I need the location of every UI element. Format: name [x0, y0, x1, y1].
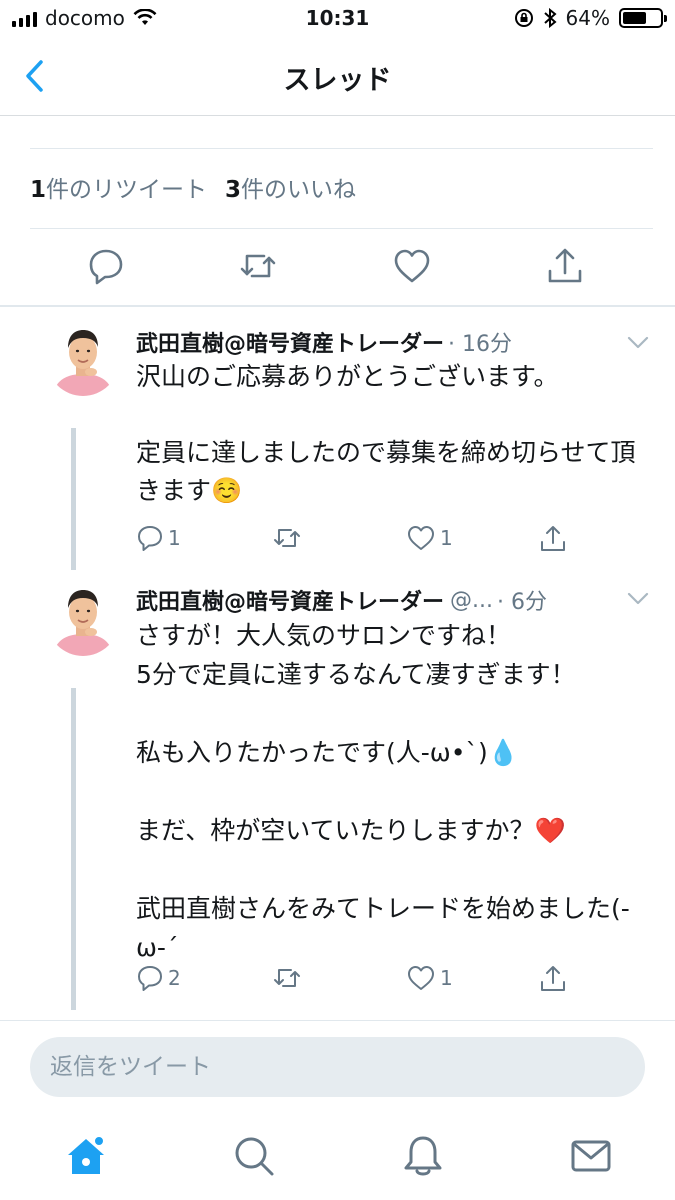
retweet-button[interactable]: [272, 964, 306, 992]
reply-count: 1: [168, 526, 181, 550]
reply-actions: 2 1: [136, 964, 576, 996]
battery-percent: 64%: [565, 6, 610, 30]
share-icon: [541, 526, 565, 551]
reply-count: 2: [168, 966, 181, 990]
messages-icon[interactable]: [569, 1134, 613, 1178]
reply-icon: [138, 526, 162, 551]
thread-line: [71, 688, 76, 1010]
battery-level: [623, 12, 647, 24]
retweets-stat[interactable]: 1件のリツイート: [30, 170, 207, 204]
status-bar: docomo 10:31 64%: [0, 0, 675, 38]
share-icon: [541, 966, 565, 991]
like-button[interactable]: 1: [406, 964, 453, 992]
notifications-icon[interactable]: [401, 1134, 445, 1178]
divider: [30, 228, 653, 229]
divider: [30, 148, 653, 149]
bluetooth-icon: [543, 8, 557, 28]
navigation-bar: スレッド: [0, 38, 675, 116]
section-separator: [0, 305, 675, 307]
page-title: スレッド: [283, 65, 392, 96]
reply-icon[interactable]: [86, 246, 126, 286]
orientation-lock-icon: [514, 9, 533, 27]
search-icon[interactable]: [232, 1134, 276, 1178]
share-button[interactable]: [538, 524, 568, 554]
chevron-down-icon[interactable]: [627, 336, 649, 350]
share-button[interactable]: [538, 964, 568, 994]
like-icon[interactable]: [392, 246, 432, 286]
reply-text: 沢山のご応募ありがとうございます。 定員に達しましたので募集を締め切らせて頂きま…: [136, 362, 636, 505]
likes-stat[interactable]: 3件のいいね: [225, 170, 356, 204]
tweet-stats: 1件のリツイート 3件のいいね: [30, 170, 356, 204]
reply-actions: 1 1: [136, 524, 576, 556]
retweet-icon[interactable]: [238, 246, 278, 286]
reply-header: 武田直樹@暗号資産トレーダー @... · 6分: [136, 584, 547, 616]
retweet-icon: [274, 529, 300, 547]
reply-header: 武田直樹@暗号資産トレーダー · 16分: [136, 326, 512, 358]
avatar[interactable]: [47, 324, 119, 396]
avatar[interactable]: [47, 584, 119, 656]
status-right: 64%: [514, 6, 667, 30]
like-icon: [408, 526, 434, 550]
like-count: 1: [440, 526, 453, 550]
thread-line: [71, 428, 76, 570]
timestamp: · 6分: [497, 590, 547, 615]
reply-button[interactable]: 2: [136, 964, 181, 992]
reply-icon: [138, 966, 162, 991]
reply-text: さすが！大人気のサロンですね！ 5分で定員に達するなんて凄すぎます！ 私も入りた…: [136, 621, 630, 962]
author-handle[interactable]: @...: [450, 588, 493, 613]
battery-icon: [619, 8, 667, 28]
author-name[interactable]: 武田直樹@暗号資産トレーダー: [136, 326, 444, 358]
reply-compose-area: 返信をツイート: [0, 1020, 675, 1120]
like-icon: [408, 966, 434, 990]
tweet-actions: [0, 240, 675, 300]
tab-bar: [0, 1120, 675, 1200]
chevron-down-icon[interactable]: [627, 592, 649, 606]
timestamp: · 16分: [448, 332, 512, 357]
author-name[interactable]: 武田直樹@暗号資産トレーダー: [136, 584, 444, 616]
retweet-icon: [274, 969, 300, 987]
retweet-button[interactable]: [272, 524, 306, 552]
reply-button[interactable]: 1: [136, 524, 181, 552]
share-icon[interactable]: [545, 246, 585, 286]
reply-input[interactable]: 返信をツイート: [30, 1037, 645, 1097]
like-count: 1: [440, 966, 453, 990]
home-icon[interactable]: [64, 1134, 108, 1178]
like-button[interactable]: 1: [406, 524, 453, 552]
